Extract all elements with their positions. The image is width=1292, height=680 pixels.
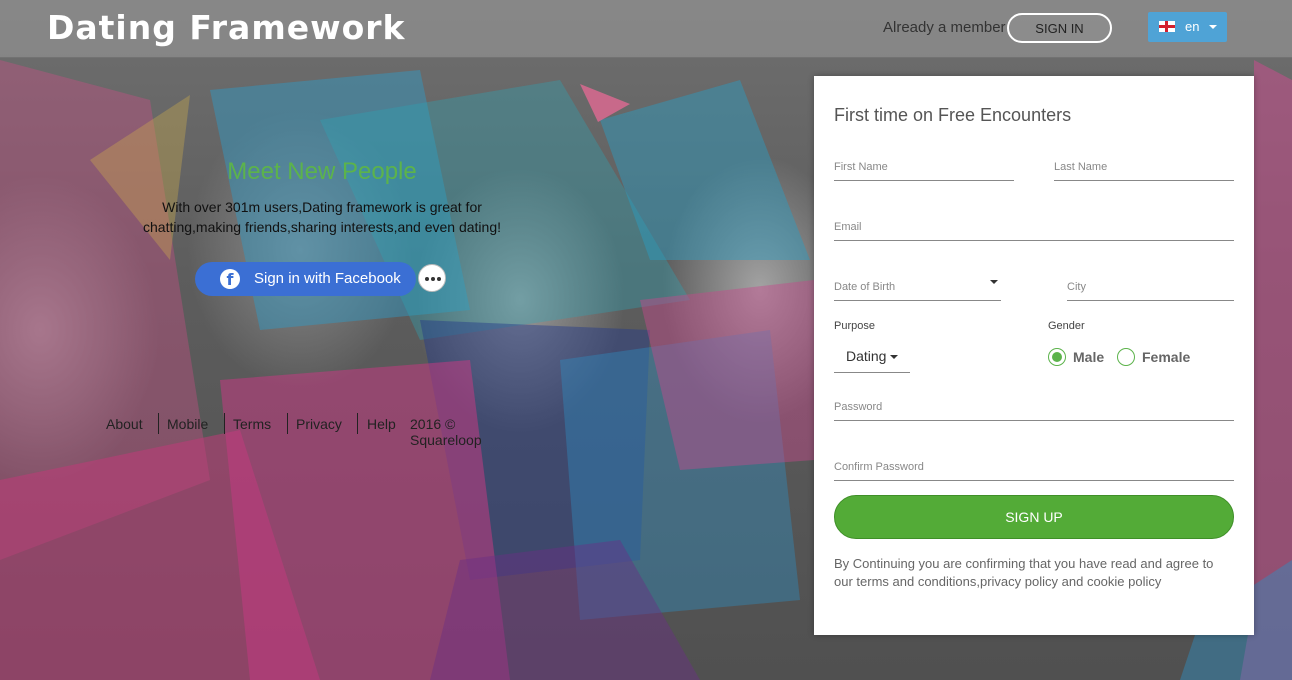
radio-checked-icon [1048, 348, 1066, 366]
footer-link-privacy[interactable]: Privacy [296, 416, 342, 432]
footer-link-terms[interactable]: Terms [233, 416, 271, 432]
facebook-icon: f [220, 269, 240, 289]
gender-label: Gender [1048, 320, 1085, 332]
england-flag-icon [1159, 21, 1175, 32]
footer-link-about[interactable]: About [106, 416, 143, 432]
chevron-down-icon [890, 355, 898, 359]
purpose-value: Dating [846, 348, 887, 364]
footer-divider [287, 413, 288, 434]
password-field [834, 396, 1234, 421]
privacy-link[interactable]: privacy policy [980, 574, 1058, 589]
confirm-password-field [834, 456, 1234, 481]
date-of-birth-field [834, 276, 1001, 301]
more-options-icon-dot [437, 277, 441, 281]
sign-up-button[interactable]: SIGN UP [834, 495, 1234, 539]
terms-link[interactable]: terms and conditions [856, 574, 976, 589]
site-logo[interactable]: Dating Framework [47, 8, 405, 47]
more-options-button[interactable] [418, 264, 446, 292]
signup-title: First time on Free Encounters [834, 105, 1072, 125]
copyright-text: 2016 © Squareloop [410, 416, 482, 448]
chevron-down-icon [1209, 25, 1217, 29]
top-header: Dating Framework Already a member SIGN I… [0, 0, 1292, 57]
terms-text: By Continuing you are confirming that yo… [834, 556, 1214, 589]
language-selector[interactable]: en [1148, 12, 1227, 42]
gender-option-label: Female [1142, 349, 1191, 365]
footer-divider [224, 413, 225, 434]
gender-option-label: Male [1073, 349, 1105, 365]
city-input[interactable] [1067, 276, 1234, 298]
already-member-text: Already a member [883, 19, 1006, 36]
footer-link-mobile[interactable]: Mobile [167, 416, 208, 432]
chevron-down-icon[interactable] [990, 280, 998, 284]
purpose-label: Purpose [834, 320, 875, 332]
last-name-field [1054, 156, 1234, 181]
facebook-signin-button[interactable]: f Sign in with Facebook [195, 262, 416, 296]
more-options-icon-dot [431, 277, 435, 281]
purpose-dropdown[interactable]: Dating [834, 340, 910, 373]
and-text: and [1058, 574, 1087, 589]
radio-unchecked-icon [1117, 348, 1135, 366]
last-name-input[interactable] [1054, 156, 1234, 178]
hero-title: Meet New People [227, 158, 417, 185]
signup-panel: First time on Free Encounters Purpose Da… [814, 76, 1254, 635]
more-options-icon [425, 277, 429, 281]
footer-divider [357, 413, 358, 434]
email-field [834, 216, 1234, 241]
first-name-input[interactable] [834, 156, 1014, 178]
footer-divider [158, 413, 159, 434]
email-input[interactable] [834, 216, 1234, 238]
sign-in-button[interactable]: SIGN IN [1007, 13, 1112, 43]
city-field [1067, 276, 1234, 301]
date-of-birth-input[interactable] [834, 276, 1001, 298]
first-name-field [834, 156, 1014, 181]
hero-subtitle: With over 301m users,Dating framework is… [143, 199, 501, 235]
confirm-password-input[interactable] [834, 456, 1234, 478]
password-input[interactable] [834, 396, 1234, 418]
facebook-signin-label: Sign in with Facebook [254, 270, 401, 287]
language-label: en [1185, 19, 1200, 34]
footer-link-help[interactable]: Help [367, 416, 396, 432]
cookie-link[interactable]: cookie policy [1087, 574, 1161, 589]
